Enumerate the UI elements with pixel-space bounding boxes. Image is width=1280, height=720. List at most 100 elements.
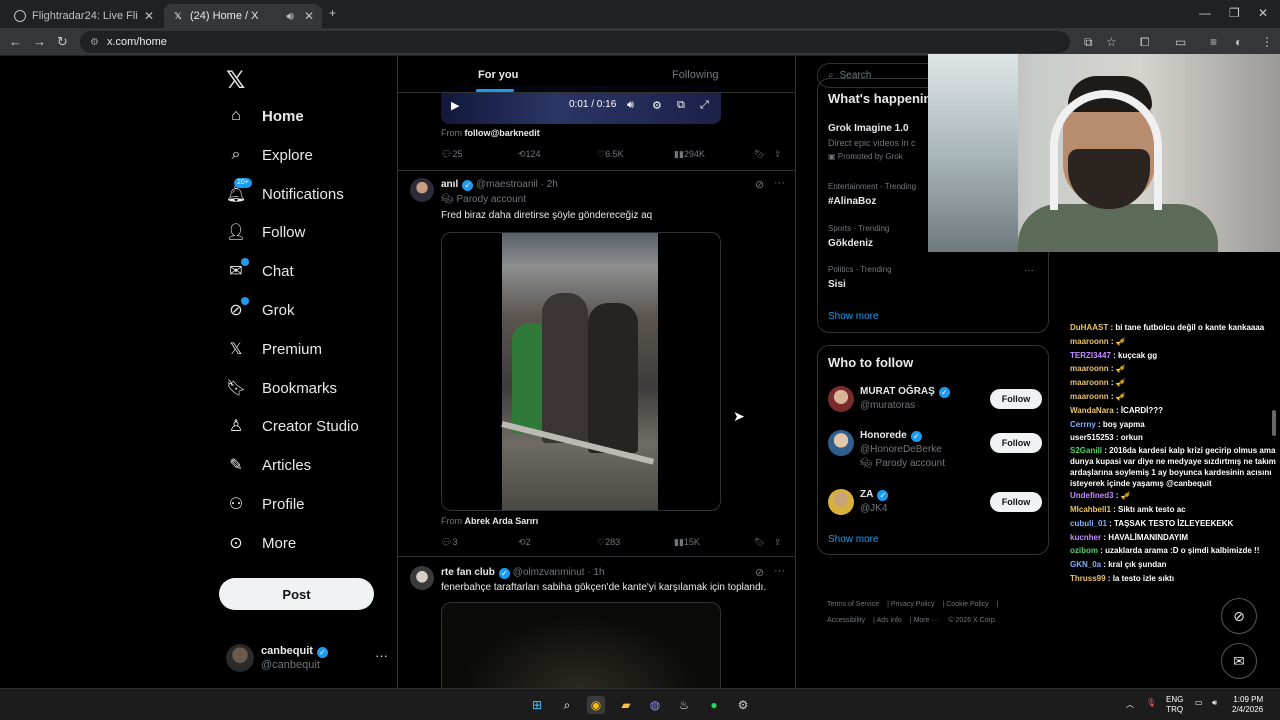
grok-float-button[interactable]: ⊘ [1221, 598, 1257, 634]
more-icon[interactable]: ··· [1024, 265, 1034, 276]
views-button[interactable]: ▮▮ 294K [674, 149, 705, 160]
forward-icon[interactable]: → [33, 34, 46, 49]
nav-grok[interactable]: ⊘ Grok [226, 295, 295, 325]
window-close-icon[interactable]: ✕ [1258, 6, 1268, 20]
footer-link[interactable]: Privacy Policy [891, 601, 935, 608]
file-explorer-icon[interactable]: ▰ [617, 696, 635, 714]
close-icon[interactable]: ✕ [304, 9, 314, 23]
menu-icon[interactable]: ⋮ [1261, 35, 1273, 49]
x-logo-icon[interactable]: 𝕏 [226, 66, 245, 95]
tweet-video[interactable] [441, 232, 721, 511]
fullscreen-icon[interactable]: ⤢ [700, 99, 709, 112]
follow-button[interactable]: Follow [990, 433, 1042, 453]
views-button[interactable]: ▮▮ 15K [674, 537, 700, 548]
bookmark-icon[interactable]: 🔖︎ [754, 149, 765, 160]
nav-creator-studio[interactable]: ♙ Creator Studio [226, 411, 359, 441]
tweet-time[interactable]: 1h [593, 567, 604, 578]
avatar[interactable] [410, 178, 434, 202]
like-button[interactable]: ♡ 6.5K [597, 149, 624, 160]
nav-follow[interactable]: 👤︎ Follow [226, 217, 306, 247]
windows-start-icon[interactable]: ⊞ [528, 696, 546, 714]
follow-suggestion[interactable]: ZA ✓ @JK4 Follow [828, 489, 1042, 529]
nav-articles[interactable]: ✎ Articles [226, 450, 311, 480]
tab-following[interactable]: Following [672, 69, 718, 81]
speaker-icon[interactable]: 🔊︎ [286, 9, 294, 24]
reply-button[interactable]: 💬︎ 3 [441, 537, 457, 548]
sidebar-icon[interactable]: ▭ [1175, 35, 1186, 49]
restore-icon[interactable]: ❐ [1229, 6, 1240, 20]
search-icon[interactable]: ⌕ [558, 696, 576, 714]
footer-link[interactable]: Terms of Service [827, 601, 879, 608]
microphone-icon[interactable]: 🎙︎ [1146, 698, 1156, 707]
language-indicator[interactable]: ENG TRQ [1166, 695, 1183, 715]
minimize-icon[interactable]: — [1199, 6, 1211, 20]
footer-link[interactable]: More ··· [914, 617, 939, 624]
cast-icon[interactable]: ⧉ [1084, 35, 1093, 50]
nav-home[interactable]: ⌂ Home [226, 101, 304, 131]
bookmark-icon[interactable]: 🔖︎ [754, 537, 765, 548]
author-name[interactable]: anıl [441, 179, 458, 190]
nav-premium[interactable]: 𝕏 Premium [226, 334, 322, 364]
follow-suggestion[interactable]: Honorede ✓ @HonoreDeBerke 🎭︎ Parody accou… [828, 430, 1042, 470]
show-more-link[interactable]: Show more [828, 534, 879, 545]
messages-float-button[interactable]: ✉ [1221, 643, 1257, 679]
steam-icon[interactable]: ♨ [675, 696, 693, 714]
nav-bookmarks[interactable]: 🔖︎ Bookmarks [226, 373, 337, 403]
author-name[interactable]: rte fan club [441, 567, 495, 578]
follow-suggestion[interactable]: MURAT OĞRAŞ ✓ @muratoras Follow [828, 386, 1042, 426]
reply-button[interactable]: 💬︎ 25 [441, 149, 462, 160]
tab-flightradar[interactable]: Flightradar24: Live Flight Tracker ✕ [6, 4, 162, 28]
follow-button[interactable]: Follow [990, 492, 1042, 512]
site-info-icon[interactable]: ⚙ [90, 37, 99, 48]
new-tab-icon[interactable]: + [329, 6, 336, 20]
source-account[interactable]: follow@barknedit [465, 128, 540, 138]
source-account[interactable]: Abrek Arda Sarırı [465, 516, 539, 526]
tweet-time[interactable]: 2h [547, 179, 558, 190]
timeline[interactable]: ▶ 0:01 / 0:16 🔊︎ ⚙ ⧉ ⤢ For you Following… [397, 56, 796, 688]
footer-link[interactable]: Cookie Policy [946, 601, 988, 608]
share-icon[interactable]: ⇪ [774, 149, 782, 160]
reading-list-icon[interactable]: ≡ [1210, 35, 1217, 49]
nav-notifications[interactable]: 🔔︎ 20+ Notifications [226, 178, 344, 209]
grok-icon[interactable]: ⊘ [755, 566, 764, 579]
repost-button[interactable]: ⟲ 2 [518, 537, 531, 548]
app-icon[interactable]: ⚙ [734, 696, 752, 714]
discord-icon[interactable]: ◍ [646, 696, 664, 714]
clock[interactable]: 1:09 PM 2/4/2026 [1232, 695, 1263, 715]
show-more-link[interactable]: Show more [828, 311, 879, 322]
nav-chat[interactable]: ✉ Chat [226, 256, 294, 286]
tab-for-you[interactable]: For you [478, 69, 518, 81]
nav-explore[interactable]: ⌕ Explore [226, 140, 313, 170]
scrollbar[interactable] [1272, 410, 1276, 436]
footer-link[interactable]: Ads info [877, 617, 902, 624]
reload-icon[interactable]: ↻ [57, 34, 68, 50]
grok-icon[interactable]: ⊘ [755, 178, 764, 191]
back-icon[interactable]: ← [9, 34, 22, 49]
share-icon[interactable]: ⇪ [774, 537, 782, 548]
like-button[interactable]: ♡ 283 [597, 537, 620, 548]
network-icon[interactable]: ▭ [1195, 698, 1203, 707]
author-handle[interactable]: @olmzvanminut [513, 567, 585, 578]
footer-link[interactable]: Accessibility [827, 617, 865, 624]
more-icon[interactable]: ··· [774, 177, 785, 189]
tweet-image[interactable] [441, 602, 721, 688]
nav-profile[interactable]: ⚇ Profile [226, 489, 305, 519]
chevron-up-icon[interactable]: ︿ [1126, 699, 1134, 710]
tab-x-home[interactable]: 𝕏 (24) Home / X 🔊︎ ✕ [164, 4, 322, 28]
trend-item[interactable]: Politics · Trending Sisi ··· [828, 265, 1042, 290]
more-icon[interactable]: ··· [375, 648, 388, 663]
follow-button[interactable]: Follow [990, 389, 1042, 409]
chrome-icon[interactable]: ◉ [587, 696, 605, 714]
close-icon[interactable]: ✕ [144, 9, 154, 23]
volume-icon[interactable]: 🔊︎ [627, 99, 634, 112]
more-icon[interactable]: ··· [774, 565, 785, 577]
play-icon[interactable]: ▶ [451, 99, 459, 112]
avatar[interactable] [410, 566, 434, 590]
account-switcher[interactable]: canbequit ✓ @canbequit ··· [226, 642, 388, 676]
pip-icon[interactable]: ⧉ [677, 99, 685, 112]
author-handle[interactable]: @maestroanil [476, 179, 538, 190]
extensions-icon[interactable]: ⧠ [1140, 35, 1150, 50]
repost-button[interactable]: ⟲ 124 [518, 149, 541, 160]
star-icon[interactable]: ☆ [1106, 35, 1117, 49]
profile-icon[interactable]: ◐ [1235, 35, 1242, 49]
